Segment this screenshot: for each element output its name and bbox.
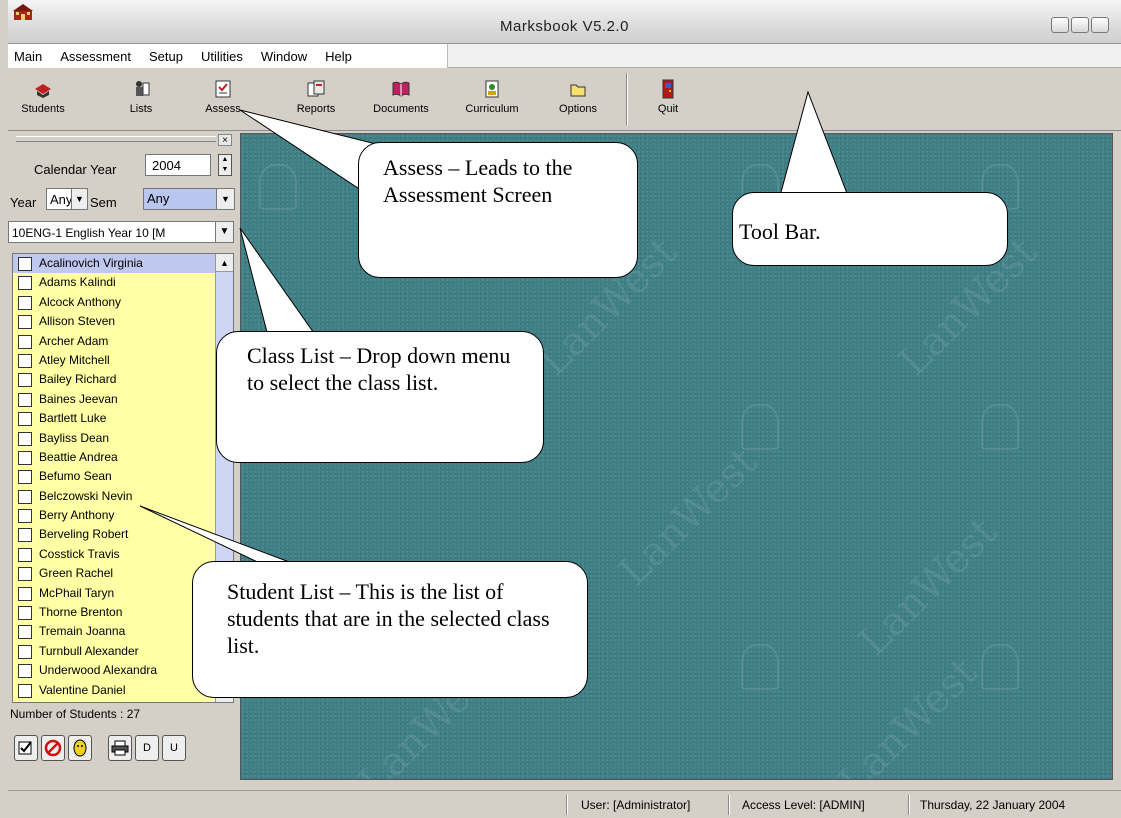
callout-toolbar-text: Tool Bar. [739,219,821,244]
marksbook-window: Marksbook V5.2.0 Main Assessment Setup U… [0,0,1121,818]
callout-assess: Assess – Leads to the Assessment Screen [358,142,638,278]
callout-class-list: Class List – Drop down menu to select th… [216,331,544,463]
callout-assess-text: Assess – Leads to the Assessment Screen [383,155,573,207]
callout-student-list-text: Student List – This is the list of stude… [227,579,550,658]
callout-class-list-text: Class List – Drop down menu to select th… [247,343,511,395]
callout-student-list: Student List – This is the list of stude… [192,561,588,698]
callout-toolbar: Tool Bar. [732,192,1008,266]
